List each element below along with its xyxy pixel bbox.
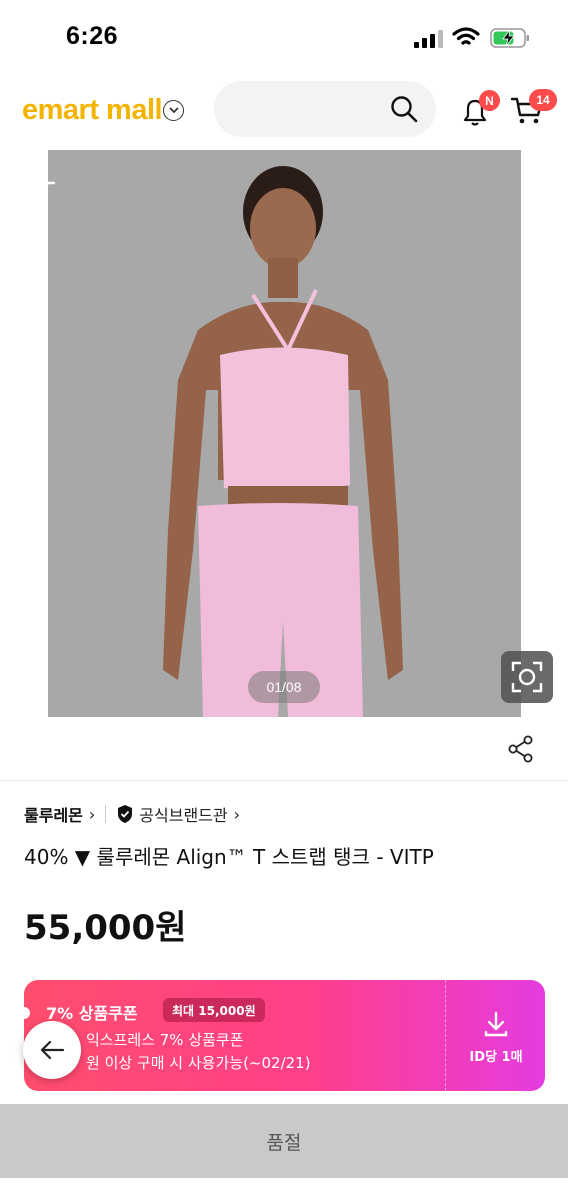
emart-mall-logo[interactable]: emart mall [22,94,163,127]
coupon-description-line2: 원 이상 구매 시 사용가능(~02/21) [86,1054,311,1072]
cellular-signal-icon [414,30,443,48]
coupon-title: 7% 상품쿠폰 [46,1004,138,1023]
coupon-max-badge: 최대 15,000원 [163,998,265,1022]
search-input[interactable] [214,81,436,137]
coupon-download-button[interactable]: ID당 1매 [445,980,545,1091]
floating-back-button[interactable] [23,1021,81,1079]
cart-count-badge: 14 [529,89,557,111]
download-icon [484,1011,508,1037]
product-photo-model [48,150,521,717]
coupon-download-label: ID당 1매 [469,1050,523,1065]
notification-badge: N [479,90,500,111]
search-icon[interactable] [390,95,418,123]
image-counter: 01/08 [248,671,320,703]
app-header: emart mall N 14 [0,72,568,150]
brand-chevron-icon: › [88,804,96,824]
wifi-icon [452,27,480,45]
image-search-button[interactable] [501,651,553,703]
product-title: 40% ▼ 룰루레몬 Align™ T 스트랩 탱크 - VITP [24,845,434,869]
coupon-banner[interactable]: 7% 상품쿠폰 최대 15,000원 익스프레스 7% 상품쿠폰 원 이상 구매… [24,980,545,1091]
battery-charging-icon [490,28,529,48]
share-icon[interactable] [508,735,534,763]
coupon-description-line1: 익스프레스 7% 상품쿠폰 [86,1031,244,1049]
coupon-notch [24,1007,30,1019]
mall-switch-chevron-icon[interactable] [163,100,184,121]
soldout-button[interactable]: 품절 [0,1104,568,1178]
brand-row: 룰루레몬 › 공식브랜드관 › [24,800,240,828]
status-bar: 6:26 [0,0,568,72]
image-back-arrow-icon[interactable] [22,168,58,198]
status-time: 6:26 [66,22,119,50]
verified-shield-icon [118,805,133,823]
back-arrow-icon [40,1040,65,1060]
product-price: 55,000원 [24,908,187,948]
official-brand-link[interactable]: 공식브랜드관 [139,802,227,826]
divider [105,805,107,823]
brand-link[interactable]: 룰루레몬 [24,802,83,826]
camera-lens-icon [511,661,543,693]
product-image[interactable] [48,150,521,717]
share-row [0,717,568,781]
official-chevron-icon: › [233,804,241,824]
